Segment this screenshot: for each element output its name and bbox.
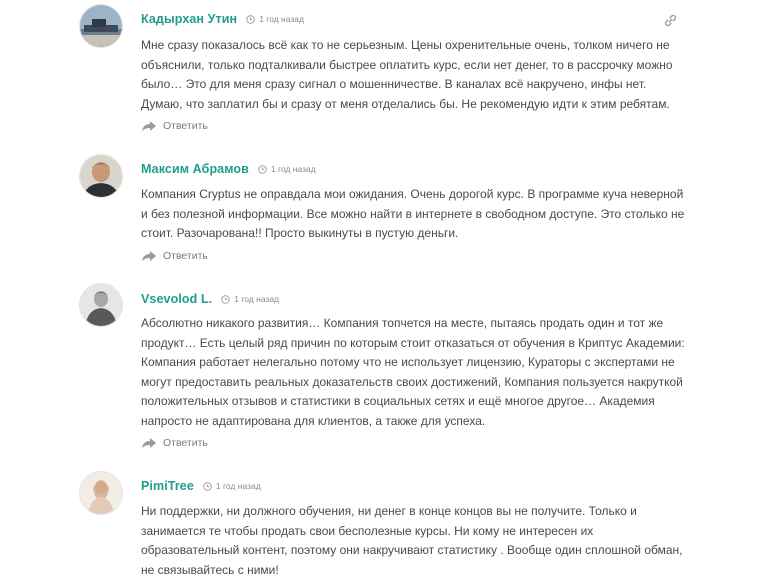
reply-arrow-icon bbox=[142, 438, 156, 448]
comment-author[interactable]: Vsevolod L. bbox=[141, 292, 212, 306]
reply-button[interactable]: Ответить bbox=[141, 437, 208, 449]
clock-icon bbox=[246, 14, 255, 24]
timestamp-text: 1 год назад bbox=[234, 294, 280, 304]
reply-arrow-icon bbox=[142, 121, 156, 131]
comment-text: Мне сразу показалось всё как то не серье… bbox=[141, 38, 673, 111]
avatar[interactable] bbox=[79, 154, 123, 198]
comment-text: Компания Cryptus не оправдала мои ожидан… bbox=[141, 187, 685, 240]
timestamp-text: 1 год назад bbox=[215, 481, 261, 491]
comment-timestamp[interactable]: 1 год назад bbox=[246, 14, 304, 24]
avatar[interactable] bbox=[79, 4, 123, 48]
comment-text: Абсолютно никакого развития… Компания то… bbox=[141, 316, 685, 428]
comment-timestamp[interactable]: 1 год назад bbox=[203, 481, 261, 491]
clock-icon bbox=[258, 164, 267, 174]
link-icon[interactable] bbox=[664, 14, 677, 27]
reply-label: Ответить bbox=[163, 437, 208, 449]
comment-author[interactable]: PimiTree bbox=[141, 479, 194, 493]
reply-arrow-icon bbox=[142, 251, 156, 261]
reply-button[interactable]: Ответить bbox=[141, 120, 208, 132]
reply-label: Ответить bbox=[163, 250, 208, 262]
comment-author[interactable]: Кадырхан Утин bbox=[141, 12, 237, 26]
comment-text: Ни поддержки, ни должного обучения, ни д… bbox=[141, 504, 683, 577]
comment-timestamp[interactable]: 1 год назад bbox=[221, 294, 279, 304]
reply-label: Ответить bbox=[163, 120, 208, 132]
avatar[interactable] bbox=[79, 471, 123, 515]
avatar[interactable] bbox=[79, 283, 123, 327]
timestamp-text: 1 год назад bbox=[259, 14, 304, 24]
timestamp-text: 1 год назад bbox=[270, 164, 316, 174]
reply-button[interactable]: Ответить bbox=[141, 250, 208, 262]
comment-timestamp[interactable]: 1 год назад bbox=[258, 164, 316, 174]
clock-icon bbox=[203, 481, 212, 491]
clock-icon bbox=[221, 294, 230, 304]
comment-author[interactable]: Максим Абрамов bbox=[141, 162, 249, 176]
